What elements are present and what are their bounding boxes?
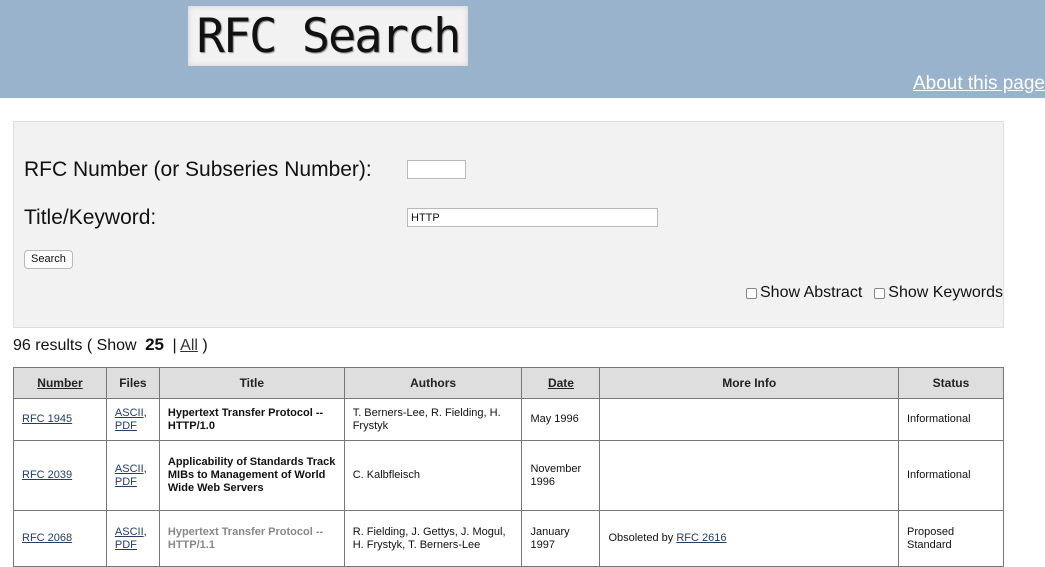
results-separator: |	[172, 337, 177, 354]
cell-more-info	[599, 398, 899, 441]
header-date[interactable]: Date	[521, 367, 601, 399]
cell-number: RFC 2068	[13, 510, 107, 567]
table-header-row: Number Files Title Authors Date More Inf…	[13, 367, 1005, 399]
cell-title: Hypertext Transfer Protocol -- HTTP/1.0	[158, 398, 345, 441]
logo-text: RFC Search	[196, 8, 462, 64]
ascii-link[interactable]: ASCII	[115, 526, 144, 538]
sort-by-date-link[interactable]: Date	[548, 376, 574, 390]
table-row: RFC 1945 ASCII, PDF Hypertext Transfer Pr…	[13, 398, 1005, 441]
cell-authors: C. Kalbfleisch	[343, 440, 523, 511]
title-keyword-label: Title/Keyword:	[24, 206, 157, 229]
rfc-number-label: RFC Number (or Subseries Number):	[24, 158, 372, 181]
show-keywords-label: Show Keywords	[888, 284, 1003, 301]
pdf-link[interactable]: PDF	[115, 476, 137, 488]
rfc-number-link[interactable]: RFC 2068	[22, 532, 72, 544]
header-authors: Authors	[343, 367, 523, 399]
cell-number: RFC 1945	[13, 398, 107, 441]
page-header: RFC Search About this page	[0, 0, 1045, 98]
search-form: RFC Number (or Subseries Number): Title/…	[13, 121, 1004, 328]
cell-status: Informational	[897, 440, 1005, 511]
cell-more-info	[599, 440, 899, 511]
cell-title: Hypertext Transfer Protocol -- HTTP/1.1	[158, 510, 345, 567]
ascii-link[interactable]: ASCII	[115, 407, 144, 419]
sort-by-number-link[interactable]: Number	[37, 376, 82, 390]
header-status: Status	[897, 367, 1005, 399]
results-summary: 96 results ( Show 25 | All )	[13, 335, 208, 355]
cell-files: ASCII, PDF	[105, 440, 160, 511]
results-table: Number Files Title Authors Date More Inf…	[13, 367, 1005, 567]
header-title: Title	[158, 367, 345, 399]
more-info-text: Obsoleted by	[608, 532, 674, 544]
rfc-number-input[interactable]	[407, 160, 466, 179]
table-row: RFC 2039 ASCII, PDF Applicability of Stan…	[13, 440, 1005, 511]
header-number[interactable]: Number	[13, 367, 107, 399]
about-page-link[interactable]: About this page	[913, 73, 1045, 95]
rfc-number-link[interactable]: RFC 1945	[22, 413, 72, 425]
cell-title: Applicability of Standards Track MIBs to…	[158, 440, 345, 511]
cell-date: November 1996	[521, 440, 601, 511]
display-options: Show Abstract Show Keywords	[746, 284, 1003, 302]
show-all-link[interactable]: All	[180, 337, 198, 354]
pdf-link[interactable]: PDF	[115, 420, 137, 432]
cell-date: January 1997	[521, 510, 601, 567]
header-more-info: More Info	[599, 367, 899, 399]
files-separator: ,	[143, 406, 147, 419]
cell-files: ASCII, PDF	[105, 398, 160, 441]
results-count-text: 96 results ( Show	[13, 337, 137, 354]
cell-files: ASCII, PDF	[105, 510, 160, 567]
show-keywords-checkbox[interactable]	[874, 287, 886, 299]
cell-status: Proposed Standard	[897, 510, 1005, 567]
show-keywords-option[interactable]: Show Keywords	[874, 284, 1003, 302]
rfc-number-link[interactable]: RFC 2039	[22, 469, 72, 481]
search-button[interactable]: Search	[24, 250, 73, 269]
page-size-current: 25	[145, 335, 164, 354]
cell-authors: R. Fielding, J. Gettys, J. Mogul, H. Fry…	[343, 510, 523, 567]
rfc-search-logo[interactable]: RFC Search	[188, 6, 468, 66]
table-row: RFC 2068 ASCII, PDF Hypertext Transfer Pr…	[13, 510, 1005, 567]
cell-number: RFC 2039	[13, 440, 107, 511]
obsoleted-by-link[interactable]: RFC 2616	[676, 532, 726, 544]
files-separator: ,	[143, 525, 147, 538]
cell-authors: T. Berners-Lee, R. Fielding, H. Frystyk	[343, 398, 523, 441]
pdf-link[interactable]: PDF	[115, 539, 137, 551]
show-abstract-label: Show Abstract	[760, 284, 863, 301]
header-files: Files	[105, 367, 160, 399]
ascii-link[interactable]: ASCII	[115, 463, 144, 475]
files-separator: ,	[143, 462, 147, 475]
cell-date: May 1996	[521, 398, 601, 441]
title-keyword-input[interactable]	[407, 208, 658, 227]
results-close-paren: )	[202, 337, 208, 354]
show-abstract-checkbox[interactable]	[746, 287, 757, 299]
cell-more-info: Obsoleted by RFC 2616	[599, 510, 899, 567]
show-abstract-option[interactable]: Show Abstract	[746, 284, 862, 302]
cell-status: Informational	[897, 398, 1005, 441]
